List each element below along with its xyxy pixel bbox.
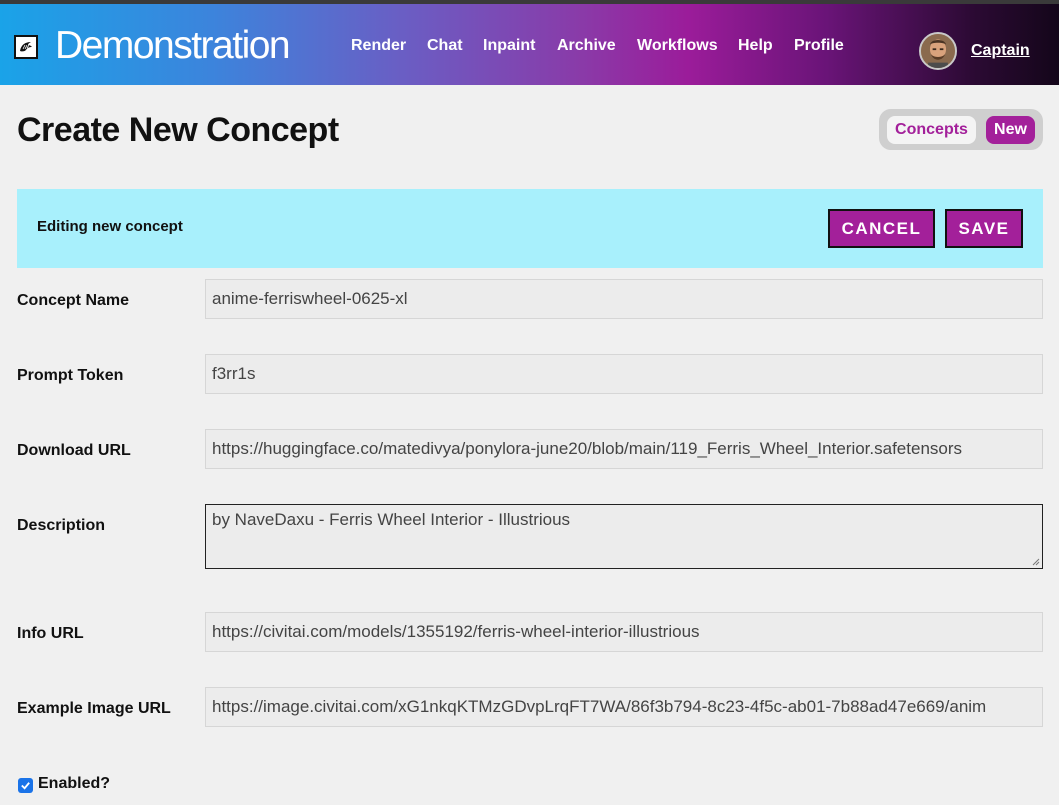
view-switcher: Concepts New	[879, 109, 1043, 150]
nav-chat[interactable]: Chat	[427, 37, 463, 55]
nav-inpaint[interactable]: Inpaint	[483, 37, 535, 55]
description-label: Description	[17, 517, 106, 534]
prompt-token-label: Prompt Token	[17, 367, 124, 384]
app-header: Demonstration Render Chat Inpaint Archiv…	[0, 4, 1059, 85]
description-textarea[interactable]: by NaveDaxu - Ferris Wheel Interior - Il…	[205, 504, 1043, 569]
concept-name-input[interactable]: anime-ferriswheel-0625-xl	[205, 279, 1043, 319]
download-url-input[interactable]: https://huggingface.co/matedivya/ponylor…	[205, 429, 1043, 469]
checkmark-icon	[21, 782, 30, 790]
brand-title[interactable]: Demonstration	[55, 24, 291, 68]
tab-concepts[interactable]: Concepts	[887, 116, 976, 144]
enabled-checkbox[interactable]	[18, 778, 33, 793]
prompt-token-input[interactable]: f3rr1s	[205, 354, 1043, 394]
resize-grip-icon[interactable]	[1032, 558, 1040, 566]
edit-status-text: Editing new concept	[37, 218, 183, 235]
nav-profile[interactable]: Profile	[794, 37, 844, 55]
nav-render[interactable]: Render	[351, 37, 406, 55]
example-image-url-input[interactable]: https://image.civitai.com/xG1nkqKTMzGDvp…	[205, 687, 1043, 727]
edit-banner: Editing new concept CANCEL SAVE	[17, 189, 1043, 268]
nav-archive[interactable]: Archive	[557, 37, 616, 55]
tab-new[interactable]: New	[986, 116, 1035, 144]
concept-name-label: Concept Name	[17, 292, 130, 309]
nav-workflows[interactable]: Workflows	[637, 37, 718, 55]
page-title: Create New Concept	[17, 111, 339, 149]
download-url-label: Download URL	[17, 442, 131, 459]
eagle-logo-icon[interactable]	[14, 35, 38, 59]
user-name-link[interactable]: Captain	[971, 42, 1030, 60]
save-button[interactable]: SAVE	[945, 209, 1023, 248]
info-url-input[interactable]: https://civitai.com/models/1355192/ferri…	[205, 612, 1043, 652]
example-image-url-label: Example Image URL	[17, 700, 171, 717]
enabled-label: Enabled?	[38, 775, 111, 792]
nav-help[interactable]: Help	[738, 37, 773, 55]
cancel-button[interactable]: CANCEL	[828, 209, 935, 248]
info-url-label: Info URL	[17, 625, 84, 642]
user-avatar[interactable]	[919, 32, 957, 70]
description-text: by NaveDaxu - Ferris Wheel Interior - Il…	[212, 510, 571, 529]
